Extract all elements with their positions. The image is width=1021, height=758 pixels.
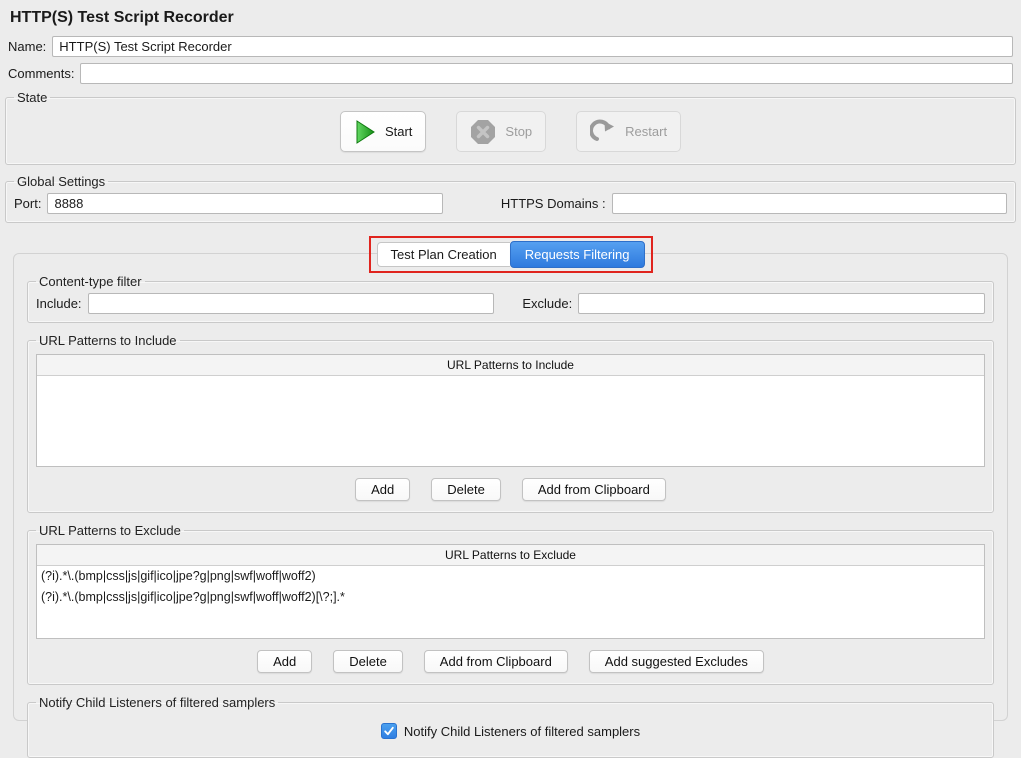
checkmark-icon xyxy=(384,726,394,736)
global-settings-section: Global Settings Port: HTTPS Domains : xyxy=(5,174,1016,223)
exclude-filter-label: Exclude: xyxy=(522,296,573,311)
tab-container: Test Plan Creation Requests Filtering Co… xyxy=(13,236,1008,758)
url-patterns-include-legend: URL Patterns to Include xyxy=(39,333,177,348)
tab-requests-filtering[interactable]: Requests Filtering xyxy=(509,241,645,268)
port-input[interactable] xyxy=(47,193,443,214)
restart-button-label: Restart xyxy=(625,124,668,139)
page-title: HTTP(S) Test Script Recorder xyxy=(10,9,234,26)
stop-button-label: Stop xyxy=(505,124,533,139)
notify-checkbox-label: Notify Child Listeners of filtered sampl… xyxy=(403,723,641,739)
content-type-filter-section: Content-type filter Include: Exclude: xyxy=(27,274,994,323)
name-input[interactable] xyxy=(52,36,1013,57)
exclude-filter-input[interactable] xyxy=(578,293,986,314)
notify-legend: Notify Child Listeners of filtered sampl… xyxy=(39,695,276,710)
stop-icon xyxy=(470,119,496,145)
https-domains-input[interactable] xyxy=(611,193,1007,214)
exclude-patterns-table[interactable]: URL Patterns to Exclude (?i).*\.(bmp|css… xyxy=(36,544,985,639)
include-table-body[interactable] xyxy=(37,376,984,466)
notify-checkbox[interactable] xyxy=(380,723,397,739)
exclude-pattern-row[interactable]: (?i).*\.(bmp|css|js|gif|ico|jpe?g|png|sw… xyxy=(37,587,984,608)
include-add-button[interactable]: Add xyxy=(355,478,411,501)
comments-label: Comments: xyxy=(8,66,75,81)
https-domains-label: HTTPS Domains : xyxy=(500,196,606,211)
url-patterns-exclude-legend: URL Patterns to Exclude xyxy=(39,523,181,538)
include-filter-input[interactable] xyxy=(87,293,495,314)
url-patterns-include-section: URL Patterns to Include URL Patterns to … xyxy=(27,333,994,513)
exclude-table-header: URL Patterns to Exclude xyxy=(37,545,984,566)
start-button[interactable]: Start xyxy=(339,111,427,152)
exclude-delete-button[interactable]: Delete xyxy=(333,650,403,673)
comments-input[interactable] xyxy=(80,63,1013,84)
url-patterns-exclude-section: URL Patterns to Exclude URL Patterns to … xyxy=(27,523,994,685)
include-filter-label: Include: xyxy=(36,296,82,311)
include-table-header: URL Patterns to Include xyxy=(37,355,984,376)
add-suggested-excludes-button[interactable]: Add suggested Excludes xyxy=(588,650,764,673)
include-delete-button[interactable]: Delete xyxy=(431,478,501,501)
port-label: Port: xyxy=(14,196,42,211)
exclude-add-button[interactable]: Add xyxy=(257,650,313,673)
stop-button[interactable]: Stop xyxy=(456,111,547,152)
tab-bar: Test Plan Creation Requests Filtering xyxy=(376,241,645,268)
global-settings-legend: Global Settings xyxy=(17,174,106,189)
play-icon xyxy=(354,119,376,145)
requests-filtering-panel: Content-type filter Include: Exclude: UR… xyxy=(13,253,1008,758)
restart-icon xyxy=(590,119,616,145)
tab-test-plan-creation[interactable]: Test Plan Creation xyxy=(376,242,510,267)
state-section: State Start Stop Restart xyxy=(5,90,1016,165)
start-button-label: Start xyxy=(384,124,413,139)
exclude-add-from-clipboard-button[interactable]: Add from Clipboard xyxy=(423,650,568,673)
comments-row: Comments: xyxy=(8,63,1013,84)
notify-section: Notify Child Listeners of filtered sampl… xyxy=(27,695,994,758)
exclude-table-body[interactable]: (?i).*\.(bmp|css|js|gif|ico|jpe?g|png|sw… xyxy=(37,566,984,638)
exclude-pattern-row[interactable]: (?i).*\.(bmp|css|js|gif|ico|jpe?g|png|sw… xyxy=(37,566,984,587)
name-row: Name: xyxy=(8,36,1013,57)
name-label: Name: xyxy=(8,39,47,54)
annotation-box: Test Plan Creation Requests Filtering xyxy=(368,236,653,273)
include-patterns-table[interactable]: URL Patterns to Include xyxy=(36,354,985,467)
state-legend: State xyxy=(17,90,48,105)
include-add-from-clipboard-button[interactable]: Add from Clipboard xyxy=(521,478,666,501)
restart-button[interactable]: Restart xyxy=(576,111,682,152)
content-type-filter-legend: Content-type filter xyxy=(39,274,142,289)
